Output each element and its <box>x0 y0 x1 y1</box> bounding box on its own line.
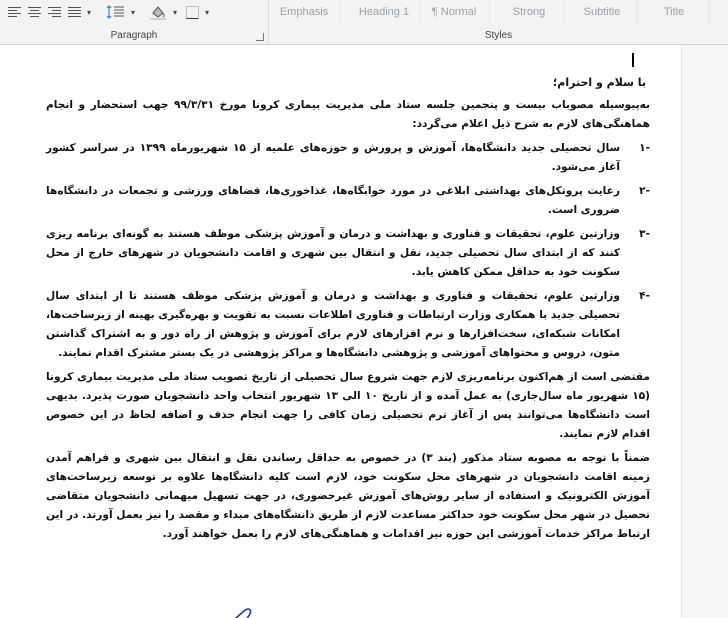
dialog-launcher-icon[interactable] <box>256 33 264 41</box>
paragraph-2: مقتضی است از هم‌اکنون برنامه‌ریزی لازم ج… <box>46 371 650 440</box>
line-spacing-dropdown-icon[interactable]: ▾ <box>128 3 138 21</box>
shading-icon[interactable] <box>146 3 170 21</box>
style-title[interactable]: Title <box>639 0 710 24</box>
list-item-text: وزارتین علوم، تحقیقات و فناوری و بهداشت … <box>46 228 620 278</box>
list-number: -۲ <box>639 185 650 197</box>
style-heading-1[interactable]: Heading 1 <box>349 0 420 24</box>
list-number: -۳ <box>639 228 650 240</box>
list-item: -۱ سال تحصیلی جدید دانشگاه‌ها، آموزش و پ… <box>46 139 650 177</box>
styles-group: Emphasis Heading 1 ¶ Normal Strong Subti… <box>269 0 728 44</box>
paragraph-group: ▾ ▾ ▾ ▾ Paragraph <box>0 0 269 44</box>
list-item-text: وزارتین علوم، تحقیقات و فناوری و بهداشت … <box>46 290 620 359</box>
signature-icon <box>234 608 252 618</box>
paragraph-group-label: Paragraph <box>110 30 158 41</box>
ribbon: ▾ ▾ ▾ ▾ Paragraph Emphasis Heading 1 ¶ N… <box>0 0 728 45</box>
style-subtitle[interactable]: Subtitle <box>567 0 638 24</box>
borders-icon[interactable] <box>182 3 202 21</box>
borders-dropdown-icon[interactable]: ▾ <box>202 3 212 21</box>
style-emphasis[interactable]: Emphasis <box>269 0 340 24</box>
document-page[interactable]: با سلام و احترام؛ بەپیوسیله مصوباب بیست … <box>0 45 728 618</box>
list-item-text: سال تحصیلی جدید دانشگاه‌ها، آموزش و پرور… <box>46 142 621 173</box>
style-strong[interactable]: Strong <box>494 0 565 24</box>
list-item: -۴ وزارتین علوم، تحقیقات و فناوری و بهدا… <box>46 287 650 363</box>
style-normal[interactable]: ¶ Normal <box>419 0 490 24</box>
shading-dropdown-icon[interactable]: ▾ <box>170 3 180 21</box>
list-item: -۲ رعایت پروتکل‌های بهداشتی ابلاغی در مو… <box>46 182 650 220</box>
justify-dropdown-icon[interactable]: ▾ <box>84 3 94 21</box>
list-number: -۴ <box>639 290 650 302</box>
align-left-icon[interactable] <box>4 3 24 21</box>
align-center-icon[interactable] <box>24 3 44 21</box>
line-spacing-icon[interactable] <box>104 3 128 21</box>
list-item-text: رعایت پروتکل‌های بهداشتی ابلاغی در مورد … <box>46 185 620 216</box>
text-cursor <box>632 53 634 67</box>
paragraph-3: ضمناً با توجه به مصوبه ستاد مذکور (بند ۳… <box>46 452 650 540</box>
justify-icon[interactable] <box>64 3 84 21</box>
list-number: -۱ <box>639 142 650 154</box>
list-item: -۳ وزارتین علوم، تحقیقات و فناوری و بهدا… <box>46 225 650 282</box>
intro-paragraph: بەپیوسیله مصوباب بیست و پنجمین جلسه ستاد… <box>46 99 650 130</box>
align-right-icon[interactable] <box>44 3 64 21</box>
document-body[interactable]: با سلام و احترام؛ بەپیوسیله مصوباب بیست … <box>46 73 650 549</box>
page-margin <box>681 45 728 618</box>
styles-group-label: Styles <box>484 30 513 41</box>
greeting: با سلام و احترام؛ <box>552 76 646 89</box>
